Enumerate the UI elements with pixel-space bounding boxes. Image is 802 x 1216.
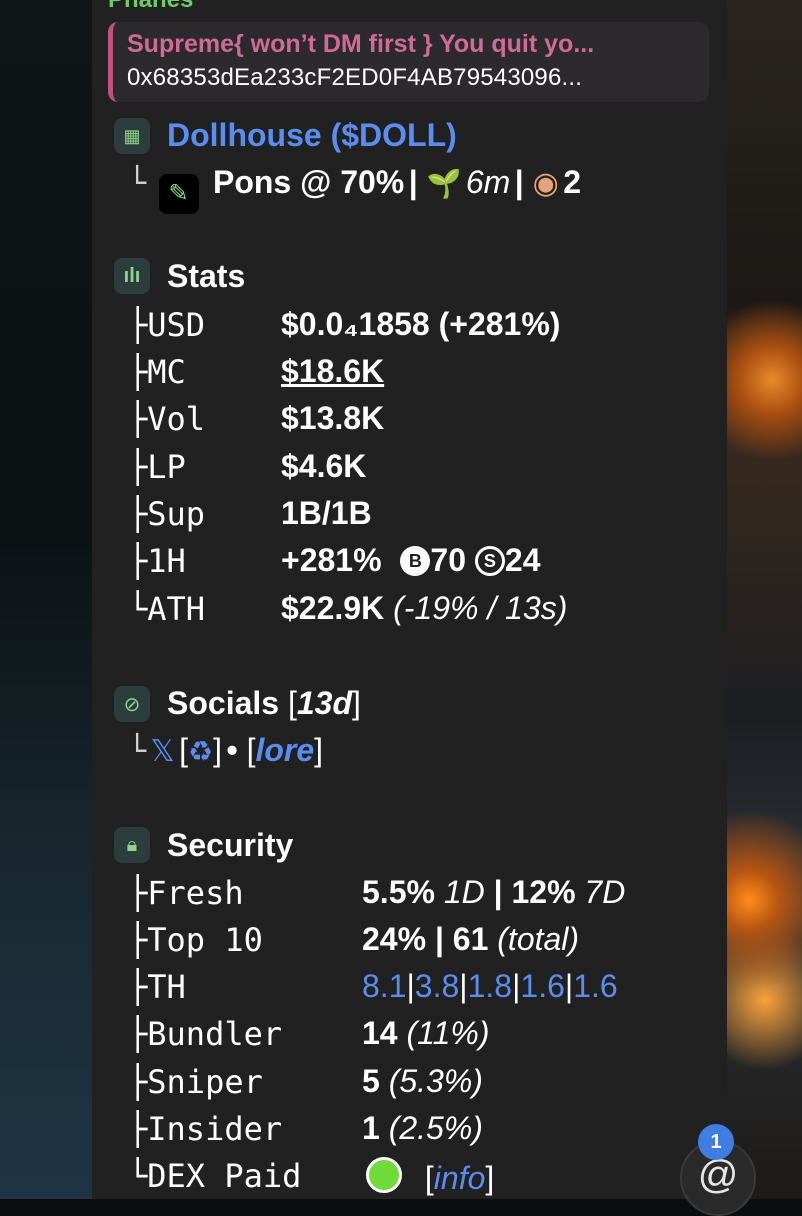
sender-name[interactable]: Phanes	[108, 0, 193, 14]
security-label-fresh: ├Fresh	[128, 874, 244, 912]
pump-logo-icon: ✎	[158, 174, 199, 214]
security-label-bundler: ├Bundler	[128, 1015, 283, 1053]
ath-note: (-19% / 13s)	[393, 590, 568, 626]
socials-row: └ 𝕏 [♻] • [lore]	[128, 732, 324, 769]
stats-lp-value: $4.6K	[281, 448, 367, 484]
link-icon: ⊘	[114, 686, 150, 722]
chart-icon: ılı	[114, 258, 150, 294]
x-link[interactable]: 𝕏	[151, 735, 175, 768]
info-link[interactable]: info	[434, 1160, 486, 1196]
background-right	[727, 0, 802, 1199]
stats-label-sup: ├Sup	[128, 495, 206, 533]
sells-icon: S	[474, 546, 505, 576]
token-name-link[interactable]: Dollhouse	[167, 117, 322, 153]
paid-status-icon	[366, 1157, 402, 1193]
eye-icon: ◉	[532, 167, 559, 200]
mention-badge: 1	[698, 1124, 734, 1160]
reply-quote[interactable]: Supreme{ won’t DM first } You quit yo...…	[108, 22, 709, 102]
th-link-4[interactable]: 1.6	[520, 968, 564, 1004]
stats-label-lp: ├LP	[128, 448, 186, 486]
buys-icon: B	[400, 546, 431, 576]
security-title: Security	[167, 827, 294, 863]
security-label-top10: ├Top 10	[128, 921, 263, 959]
lore-link[interactable]: lore	[255, 732, 314, 768]
th-link-1[interactable]: 8.1	[362, 968, 406, 1004]
token-title: Dollhouse ($DOLL)	[167, 117, 457, 154]
quote-text: 0x68353dEa233cF2ED0F4AB79543096...	[127, 64, 583, 91]
watchers-count: 2	[563, 164, 582, 200]
security-insider-value: 1 (2.5%)	[362, 1110, 483, 1146]
recycle-icon[interactable]: ♻	[188, 736, 213, 767]
th-link-2[interactable]: 3.8	[415, 968, 459, 1004]
stats-usd-value: $0.0₄1858 (+281%)	[281, 306, 561, 342]
sells-count: 24	[504, 542, 541, 578]
platform-text: Pons @ 70%	[212, 164, 405, 200]
token-age: 6m	[465, 164, 511, 200]
security-label-dex-paid: └DEX Paid	[128, 1157, 302, 1195]
stats-label-mc: ├MC	[128, 353, 186, 391]
security-th-values: 8.1|3.8|1.8|1.6|1.6	[362, 968, 618, 1004]
qr-icon: ▦	[114, 118, 150, 154]
security-label-th: ├TH	[128, 968, 186, 1006]
stats-label-usd: ├USD	[128, 306, 206, 344]
lock-icon: 🔒︎	[114, 827, 150, 863]
stats-mc-link[interactable]: $18.6K	[281, 353, 384, 390]
background-left	[0, 0, 92, 1199]
socials-age: 13d	[296, 685, 352, 721]
th-link-3[interactable]: 1.8	[468, 968, 512, 1004]
security-bundler-value: 14 (11%)	[362, 1015, 490, 1051]
token-info-row: └ ✎ Pons @ 70% | 🌱 6m | ◉ 2	[128, 164, 581, 214]
th-link-5[interactable]: 1.6	[573, 968, 617, 1004]
token-ticker[interactable]: ($DOLL)	[331, 117, 457, 153]
security-label-sniper: ├Sniper	[128, 1063, 263, 1101]
tree-end: └	[128, 166, 147, 201]
stats-title: Stats	[167, 258, 246, 294]
stats-1h-value: +281% B 70 S 24	[281, 542, 541, 578]
stats-vol-value: $13.8K	[281, 400, 385, 436]
sprout-icon: 🌱	[426, 168, 462, 199]
security-label-insider: ├Insider	[128, 1110, 283, 1148]
stats-label-ath: └ATH	[128, 590, 206, 628]
quote-author: Supreme{ won’t DM first } You quit yo...	[127, 30, 595, 58]
socials-title: Socials [13d]	[167, 685, 361, 721]
stats-label-1h: ├1H	[128, 542, 186, 580]
stats-ath-value: $22.9K (-19% / 13s)	[281, 590, 568, 626]
security-sniper-value: 5 (5.3%)	[362, 1063, 483, 1099]
stats-label-vol: ├Vol	[128, 400, 206, 438]
security-dex-paid-value: [info]	[366, 1157, 494, 1197]
security-top10-value: 24% | 61 (total)	[362, 921, 580, 957]
buys-count: 70	[430, 542, 467, 578]
stats-sup-value: 1B/1B	[281, 495, 372, 531]
security-fresh-value: 5.5% 1D | 12% 7D	[362, 874, 626, 910]
